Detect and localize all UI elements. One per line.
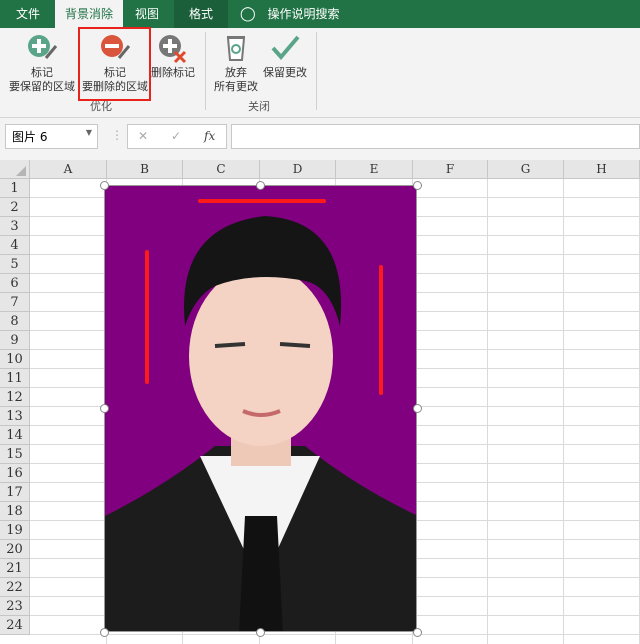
enter-icon[interactable]: ✓ xyxy=(171,129,181,143)
discard-changes-button[interactable]: 放弃 所有更改 xyxy=(212,32,260,94)
tab-background-removal[interactable]: 背景消除 xyxy=(55,0,123,28)
name-box[interactable]: 图片 6 ▼ xyxy=(5,124,98,149)
mark-keep-button[interactable]: 标记 要保留的区域 xyxy=(6,32,78,94)
keep-changes-button[interactable]: 保留更改 xyxy=(262,32,308,80)
row-header-5[interactable]: 5 xyxy=(0,255,30,274)
grid-line xyxy=(563,179,564,644)
row-header-16[interactable]: 16 xyxy=(0,464,30,483)
resize-handle[interactable] xyxy=(100,181,109,190)
row-header-4[interactable]: 4 xyxy=(0,236,30,255)
plus-pencil-icon xyxy=(28,35,58,59)
tab-format[interactable]: 格式 xyxy=(174,0,228,28)
column-header-G[interactable]: G xyxy=(488,160,564,179)
formula-bar: 图片 6 ▼ ⋮ ✕ ✓ fx xyxy=(0,118,640,160)
row-header-23[interactable]: 23 xyxy=(0,597,30,616)
remove-mark-line xyxy=(145,250,149,384)
ribbon-tabs: 文件 背景消除 视图 格式 ◯ 操作说明搜索 xyxy=(0,0,640,28)
checkmark-icon xyxy=(271,35,300,61)
divider xyxy=(316,32,317,110)
delete-mark-icon xyxy=(159,35,187,64)
recycle-bin-icon xyxy=(226,36,246,61)
group-close-label: 关闭 xyxy=(248,100,270,113)
resize-handle[interactable] xyxy=(100,404,109,413)
row-header-7[interactable]: 7 xyxy=(0,293,30,312)
row-header-22[interactable]: 22 xyxy=(0,578,30,597)
lightbulb-icon: ◯ xyxy=(240,6,256,22)
row-header-9[interactable]: 9 xyxy=(0,331,30,350)
row-header-24[interactable]: 24 xyxy=(0,616,30,635)
column-header-H[interactable]: H xyxy=(564,160,640,179)
chevron-down-icon[interactable]: ▼ xyxy=(86,128,92,137)
formula-input[interactable] xyxy=(231,124,640,149)
resize-handle[interactable] xyxy=(256,628,265,637)
formula-buttons: ✕ ✓ fx xyxy=(127,124,227,149)
column-header-A[interactable]: A xyxy=(30,160,107,179)
row-header-21[interactable]: 21 xyxy=(0,559,30,578)
remove-mark-line xyxy=(379,265,383,395)
row-header-6[interactable]: 6 xyxy=(0,274,30,293)
resize-handle[interactable] xyxy=(413,181,422,190)
delete-mark-button[interactable]: 删除标记 xyxy=(150,32,196,80)
row-header-19[interactable]: 19 xyxy=(0,521,30,540)
selected-picture[interactable] xyxy=(104,185,417,632)
row-header-17[interactable]: 17 xyxy=(0,483,30,502)
remove-mark-line xyxy=(198,199,326,203)
portrait-photo xyxy=(105,216,416,631)
insert-function-icon[interactable]: fx xyxy=(204,129,215,143)
tab-view[interactable]: 视图 xyxy=(125,0,169,28)
cancel-icon[interactable]: ✕ xyxy=(138,129,148,143)
row-header-13[interactable]: 13 xyxy=(0,407,30,426)
tell-me-search[interactable]: ◯ 操作说明搜索 xyxy=(240,0,350,28)
resize-handle[interactable] xyxy=(413,404,422,413)
row-header-10[interactable]: 10 xyxy=(0,350,30,369)
row-header-8[interactable]: 8 xyxy=(0,312,30,331)
column-header-B[interactable]: B xyxy=(107,160,183,179)
row-header-20[interactable]: 20 xyxy=(0,540,30,559)
row-header-15[interactable]: 15 xyxy=(0,445,30,464)
grid-line xyxy=(487,179,488,644)
row-header-18[interactable]: 18 xyxy=(0,502,30,521)
divider xyxy=(205,32,206,110)
tab-file[interactable]: 文件 xyxy=(8,0,48,28)
column-header-E[interactable]: E xyxy=(336,160,413,179)
resize-handle[interactable] xyxy=(100,628,109,637)
row-header-14[interactable]: 14 xyxy=(0,426,30,445)
row-header-12[interactable]: 12 xyxy=(0,388,30,407)
column-header-F[interactable]: F xyxy=(413,160,488,179)
drag-handle-icon[interactable]: ⋮ xyxy=(111,128,123,142)
row-header-2[interactable]: 2 xyxy=(0,198,30,217)
row-header-3[interactable]: 3 xyxy=(0,217,30,236)
select-all-button[interactable] xyxy=(0,160,30,179)
highlight-box xyxy=(78,27,151,101)
row-header-11[interactable]: 11 xyxy=(0,369,30,388)
resize-handle[interactable] xyxy=(413,628,422,637)
resize-handle[interactable] xyxy=(256,181,265,190)
row-header-1[interactable]: 1 xyxy=(0,179,30,198)
column-header-C[interactable]: C xyxy=(183,160,260,179)
column-header-D[interactable]: D xyxy=(260,160,336,179)
